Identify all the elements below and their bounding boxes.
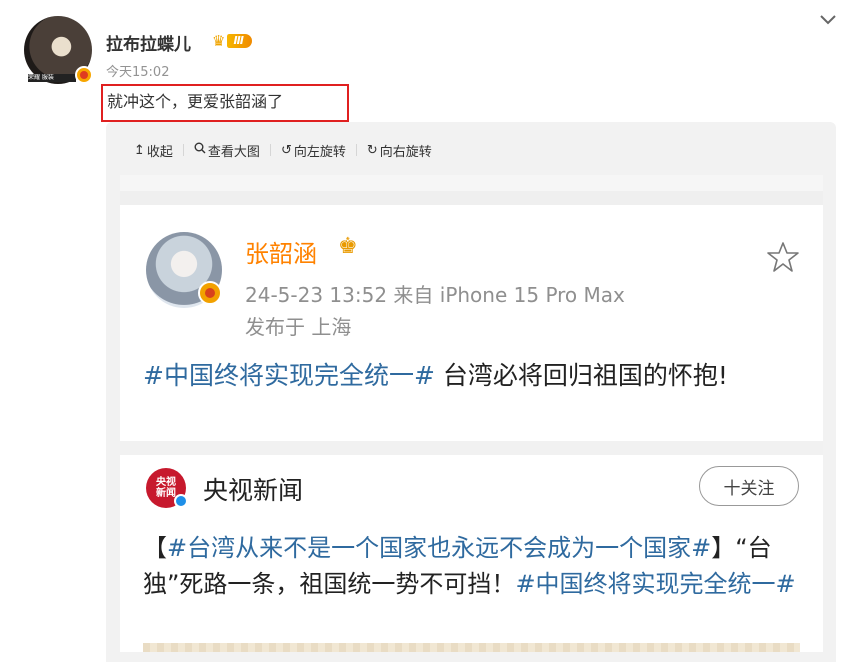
post-time[interactable]: 今天15:02	[106, 61, 169, 80]
rotate-left-icon: ↺	[280, 142, 292, 158]
chevron-down-icon[interactable]	[818, 10, 838, 30]
screenshot-top-strip	[120, 175, 823, 191]
view-large-button[interactable]: 查看大图	[194, 141, 260, 160]
vip-badge[interactable]: ♛ Ⅲ	[212, 32, 252, 50]
view-large-label: 查看大图	[207, 144, 260, 160]
logo-line-2: 新闻	[156, 488, 176, 499]
post-username[interactable]: 拉布拉蝶儿	[106, 30, 191, 55]
collapse-label: 收起	[146, 144, 173, 160]
hashtag: #中国终将实现完全统一#	[515, 570, 796, 598]
crown-icon: ♚	[338, 234, 358, 259]
repost-text: 【#台湾从来不是一个国家也永远不会成为一个国家#】“台独”死路一条，祖国统一势不…	[143, 530, 803, 602]
toolbar-divider	[269, 144, 271, 156]
embedded-location: 发布于 上海	[245, 315, 352, 339]
hashtag: #台湾从来不是一个国家也永远不会成为一个国家#	[167, 534, 712, 562]
arrow-up-icon: ↥	[134, 142, 145, 158]
star-icon	[767, 242, 799, 272]
avatar-caption: 荣耀 服装	[28, 74, 76, 82]
rotate-left-button[interactable]: ↺ 向左旋转	[281, 141, 346, 160]
repost-account-name: 央视新闻	[203, 476, 304, 505]
collapse-button[interactable]: ↥ 收起	[134, 141, 173, 160]
toolbar-divider	[182, 144, 184, 156]
rotate-left-label: 向左旋转	[293, 144, 346, 160]
rotate-right-button[interactable]: ↻ 向右旋转	[367, 141, 432, 160]
verified-badge-icon	[174, 494, 188, 508]
embedded-author: 张韶涵	[245, 240, 317, 268]
search-icon	[194, 142, 206, 158]
post-text: 就冲这个，更爱张韶涵了	[107, 92, 284, 111]
embedded-meta: 24-5-23 13:52 来自 iPhone 15 Pro Max	[245, 283, 625, 307]
embedded-text: #中国终将实现完全统一# 台湾必将回归祖国的怀抱!	[143, 357, 793, 394]
toolbar-divider	[355, 144, 357, 156]
image-viewer-toolbar: ↥ 收起 查看大图 ↺ 向左旋转 ↻ 向右旋转	[134, 140, 432, 160]
post-text-highlight: 就冲这个，更爱张韶涵了	[101, 84, 349, 122]
verified-badge-icon	[75, 66, 93, 84]
embedded-divider	[120, 441, 823, 455]
rotate-right-icon: ↻	[366, 142, 378, 158]
crown-icon: ♛	[212, 32, 226, 50]
hashtag: #中国终将实现完全统一#	[143, 361, 435, 390]
repost-image-preview	[143, 643, 800, 652]
vip-level: Ⅲ	[227, 34, 252, 48]
logo-line-1: 央视	[156, 477, 176, 488]
follow-button: 十关注	[699, 466, 799, 506]
screenshot-separator	[120, 191, 823, 205]
open-bracket: 【	[143, 534, 167, 562]
embedded-body: 台湾必将回归祖国的怀抱!	[434, 361, 728, 390]
verified-badge-icon	[198, 281, 222, 305]
rotate-right-label: 向右旋转	[379, 144, 432, 160]
